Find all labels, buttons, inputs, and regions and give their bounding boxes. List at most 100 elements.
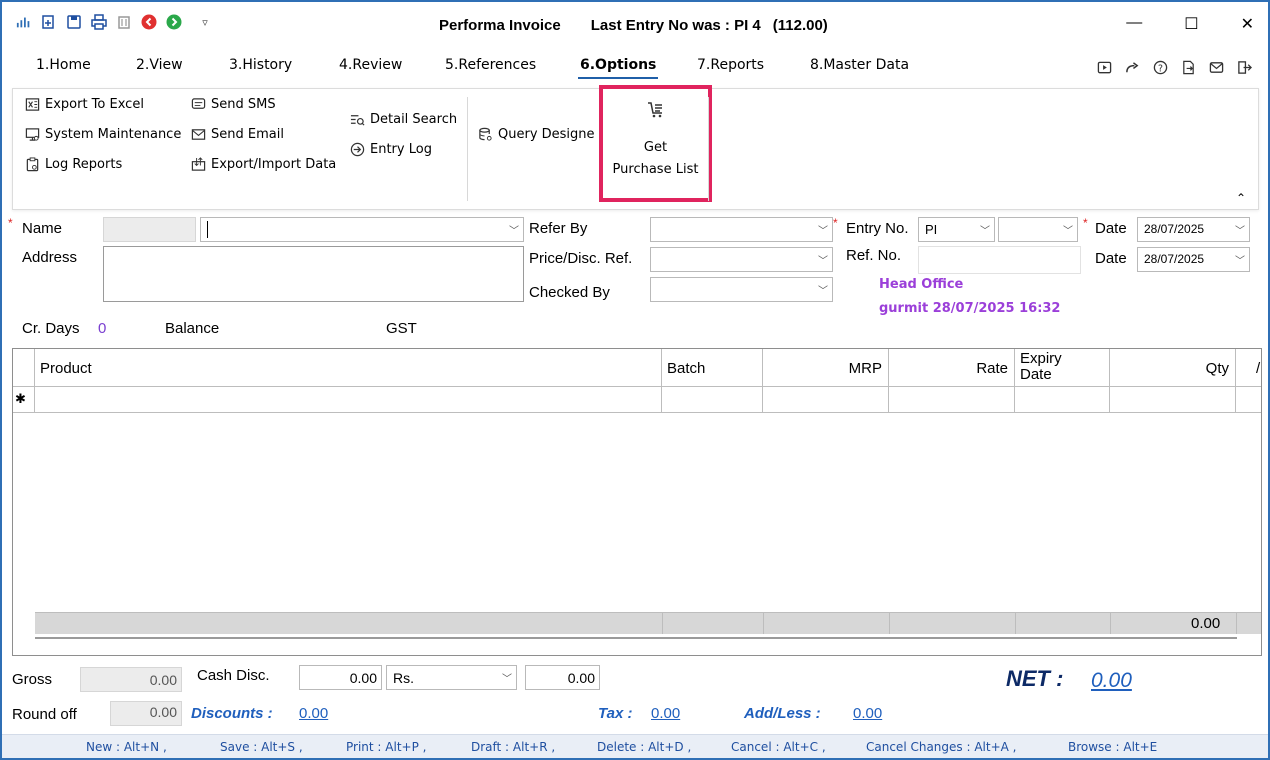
discounts-label: Discounts : xyxy=(191,705,273,722)
redirect-icon[interactable] xyxy=(1124,59,1140,75)
export-to-excel-button[interactable]: Export To Excel xyxy=(25,97,144,112)
chevron-down-icon[interactable]: ﹀ xyxy=(814,278,832,301)
get-purchase-list-line2: Purchase List xyxy=(612,162,699,177)
shortcut-new[interactable]: New : Alt+N , xyxy=(86,740,167,754)
address-textarea[interactable] xyxy=(103,246,524,302)
column-rate[interactable]: Rate xyxy=(889,349,1015,386)
tab-view[interactable]: 2.View xyxy=(136,57,183,73)
product-grid: Product Batch MRP Rate Expiry Date Qty /… xyxy=(12,348,1262,656)
horizontal-scrollbar[interactable] xyxy=(35,637,1237,639)
column-mrp[interactable]: MRP xyxy=(763,349,889,386)
get-purchase-list-line1: Get xyxy=(643,140,668,155)
tab-home[interactable]: 1.Home xyxy=(36,57,91,73)
add-less-link[interactable]: 0.00 xyxy=(853,705,882,722)
discounts-link[interactable]: 0.00 xyxy=(299,705,328,722)
export-import-data-button[interactable]: Export/Import Data xyxy=(191,157,336,172)
shortcut-draft[interactable]: Draft : Alt+R , xyxy=(471,740,555,754)
shortcut-cancel-changes[interactable]: Cancel Changes : Alt+A , xyxy=(866,740,1016,754)
refer-by-dropdown[interactable]: ﹀ xyxy=(650,217,833,242)
name-dropdown[interactable]: ﹀ xyxy=(200,217,524,242)
cell-product[interactable] xyxy=(35,387,662,412)
address-label: Address xyxy=(22,249,78,266)
mail-icon[interactable] xyxy=(1208,59,1224,75)
export-import-data-label: Export/Import Data xyxy=(211,157,337,172)
gross-field: 0.00 xyxy=(80,667,182,692)
chevron-down-icon[interactable]: ﹀ xyxy=(814,218,832,241)
chevron-down-icon[interactable]: ﹀ xyxy=(1231,218,1249,241)
chevron-down-icon[interactable]: ﹀ xyxy=(505,218,523,241)
cell-batch[interactable] xyxy=(662,387,763,412)
help-icon[interactable]: ? xyxy=(1152,59,1168,75)
ref-no-input[interactable] xyxy=(918,246,1081,274)
chevron-down-icon[interactable]: ﹀ xyxy=(1059,218,1077,241)
save-icon[interactable] xyxy=(66,14,82,30)
shortcut-browse[interactable]: Browse : Alt+E xyxy=(1068,740,1157,754)
checked-by-dropdown[interactable]: ﹀ xyxy=(650,277,833,302)
exit-icon[interactable] xyxy=(1236,59,1252,75)
column-more[interactable]: / xyxy=(1236,349,1262,386)
required-marker: * xyxy=(833,216,838,230)
grid-total-row: 0.00 xyxy=(35,612,1261,634)
cell-qty[interactable] xyxy=(1110,387,1236,412)
user-timestamp: gurmit 28/07/2025 16:32 xyxy=(879,301,1061,316)
cell-rate[interactable] xyxy=(889,387,1015,412)
tab-history[interactable]: 3.History xyxy=(229,57,292,73)
tab-reports[interactable]: 7.Reports xyxy=(697,57,764,73)
maximize-button[interactable]: ☐ xyxy=(1184,14,1198,34)
column-expiry-date[interactable]: Expiry Date xyxy=(1015,349,1110,386)
close-button[interactable]: ✕ xyxy=(1241,14,1254,34)
send-email-button[interactable]: Send Email xyxy=(191,127,284,142)
shortcut-print[interactable]: Print : Alt+P , xyxy=(346,740,426,754)
required-marker: * xyxy=(1083,216,1088,230)
entry-log-button[interactable]: Entry Log xyxy=(350,142,432,157)
entry-prefix-value: PI xyxy=(925,222,938,237)
minimize-button[interactable]: — xyxy=(1126,14,1142,34)
play-icon[interactable] xyxy=(1096,59,1112,75)
get-purchase-list-button[interactable]: Get Purchase List xyxy=(599,85,712,202)
tab-options[interactable]: 6.Options xyxy=(577,57,659,79)
cash-disc-input[interactable]: 0.00 xyxy=(299,665,382,690)
print-icon[interactable] xyxy=(91,14,107,30)
chevron-down-icon[interactable]: ﹀ xyxy=(976,218,994,241)
cell-mrp[interactable] xyxy=(763,387,889,412)
chevron-down-icon[interactable]: ﹀ xyxy=(814,248,832,271)
shortcut-save[interactable]: Save : Alt+S , xyxy=(220,740,303,754)
chevron-down-icon[interactable]: ﹀ xyxy=(498,666,516,689)
cash-disc-unit-dropdown[interactable]: Rs. ﹀ xyxy=(386,665,517,690)
date-picker[interactable]: 28/07/2025 ﹀ xyxy=(1137,217,1250,242)
price-disc-ref-dropdown[interactable]: ﹀ xyxy=(650,247,833,272)
back-icon[interactable] xyxy=(141,14,157,30)
table-row[interactable]: ✱ xyxy=(13,387,1261,413)
export-doc-icon[interactable] xyxy=(1180,59,1196,75)
tab-master-data[interactable]: 8.Master Data xyxy=(810,57,909,73)
shortcut-cancel[interactable]: Cancel : Alt+C , xyxy=(731,740,826,754)
customize-dropdown-icon[interactable]: ▿ xyxy=(197,14,213,30)
entry-prefix-dropdown[interactable]: PI ﹀ xyxy=(918,217,995,242)
shortcut-delete[interactable]: Delete : Alt+D , xyxy=(597,740,691,754)
cr-days-value: 0 xyxy=(98,320,107,337)
column-qty[interactable]: Qty xyxy=(1110,349,1236,386)
chevron-down-icon[interactable]: ﹀ xyxy=(1231,248,1249,271)
cart-list-icon xyxy=(647,101,665,123)
cash-disc-amount-field[interactable]: 0.00 xyxy=(525,665,600,690)
log-reports-button[interactable]: Log Reports xyxy=(25,157,122,172)
detail-search-button[interactable]: Detail Search xyxy=(350,112,457,127)
cell-expiry-date[interactable] xyxy=(1015,387,1110,412)
query-designer-button[interactable]: Query Designe xyxy=(478,127,595,142)
send-sms-button[interactable]: Send SMS xyxy=(191,97,276,112)
total-qty: 0.00 xyxy=(1191,615,1221,632)
collapse-ribbon-icon[interactable]: ⌃ xyxy=(1236,191,1246,205)
column-batch[interactable]: Batch xyxy=(662,349,763,386)
tab-references[interactable]: 5.References xyxy=(445,57,536,73)
tax-link[interactable]: 0.00 xyxy=(651,705,680,722)
forward-icon[interactable] xyxy=(166,14,182,30)
ref-date-picker[interactable]: 28/07/2025 ﹀ xyxy=(1137,247,1250,272)
new-document-icon[interactable] xyxy=(41,14,57,30)
tab-review[interactable]: 4.Review xyxy=(339,57,402,73)
system-maintenance-button[interactable]: System Maintenance xyxy=(25,127,181,142)
net-value-link[interactable]: 0.00 xyxy=(1091,669,1132,693)
column-product[interactable]: Product xyxy=(35,349,662,386)
delete-icon[interactable] xyxy=(116,14,132,30)
balance-label: Balance xyxy=(165,320,220,337)
entry-number-dropdown[interactable]: ﹀ xyxy=(998,217,1078,242)
